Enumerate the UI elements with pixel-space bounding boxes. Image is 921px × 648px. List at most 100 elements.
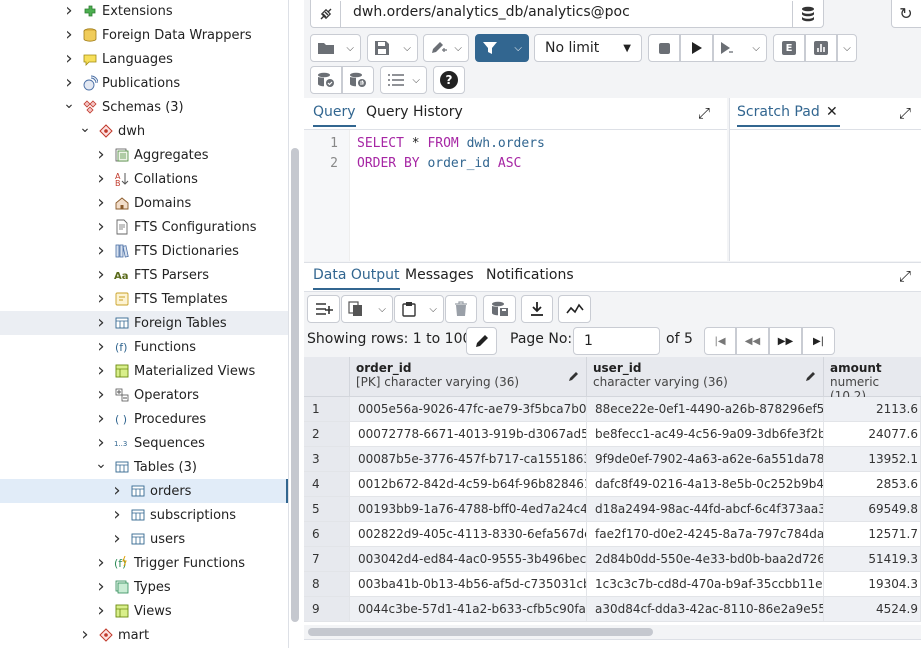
tree-item-procedures[interactable]: ( ) Procedures (0, 407, 288, 431)
help-button[interactable]: ? (433, 66, 465, 94)
first-page-button[interactable]: |◀ (704, 327, 736, 355)
chevron-down-icon[interactable]: ⌵ (843, 43, 851, 54)
chevron-right-icon[interactable] (94, 218, 108, 236)
order-id-cell[interactable]: 003ba41b-0b13-4b56-af5d-c735031cb... (350, 572, 587, 597)
edit-pager-button[interactable] (466, 327, 497, 355)
chevron-down-icon[interactable] (94, 460, 108, 475)
chevron-down-icon[interactable]: ⌵ (346, 43, 354, 54)
chevron-down-icon[interactable]: ⌵ (752, 43, 760, 54)
table-row[interactable]: 6 002822d9-405c-4113-8330-6efa567de... fae… (304, 522, 921, 547)
chevron-right-icon[interactable] (94, 194, 108, 212)
order-id-cell[interactable]: 0044c3be-57d1-41a2-b633-cfb5c90fa... (350, 597, 587, 622)
user-id-cell[interactable]: 2d84b0dd-550e-4e33-bd0b-baa2d726... (587, 547, 824, 572)
horizontal-scrollbar[interactable] (308, 628, 653, 636)
row-limit-select[interactable]: No limit ▼ (534, 34, 642, 62)
tree-item-extensions[interactable]: Extensions (0, 0, 288, 23)
user-id-cell[interactable]: fae2f170-d0e2-4245-8a7a-797c784da... (587, 522, 824, 547)
tab-data-output[interactable]: Data Output (313, 267, 400, 290)
order-id-cell[interactable]: 002822d9-405c-4113-8330-6efa567de... (350, 522, 587, 547)
amount-cell[interactable]: 24077.6 (824, 422, 921, 447)
download-button[interactable] (521, 295, 553, 323)
tree-item-orders[interactable]: orders (0, 479, 288, 503)
chevron-right-icon[interactable] (110, 506, 124, 524)
tree-item-operators[interactable]: Operators (0, 383, 288, 407)
edit-button[interactable]: ⌵ (423, 34, 469, 62)
chevron-right-icon[interactable] (62, 74, 76, 92)
expand-icon[interactable]: ⤢ (899, 267, 911, 285)
table-row[interactable]: 7 003042d4-ed84-4ac0-9555-3b496becf... 2d8… (304, 547, 921, 572)
tree-item-fts-dictionaries[interactable]: FTS Dictionaries (0, 239, 288, 263)
chevron-right-icon[interactable] (94, 242, 108, 260)
tree-item-foreign-tables[interactable]: Foreign Tables (0, 311, 288, 335)
user-id-cell[interactable]: 88ece22e-0ef1-4490-a26b-878296ef5... (587, 397, 824, 422)
tree-item-schemas[interactable]: Schemas (3) (0, 95, 288, 119)
chevron-down-icon[interactable]: ⌵ (378, 304, 386, 315)
chevron-right-icon[interactable] (110, 530, 124, 548)
tree-item-subscriptions[interactable]: subscriptions (0, 503, 288, 527)
tree-item-fts-templates[interactable]: FTS Templates (0, 287, 288, 311)
order-id-cell[interactable]: 003042d4-ed84-4ac0-9555-3b496becf... (350, 547, 587, 572)
chevron-right-icon[interactable] (94, 386, 108, 404)
tree-item-users[interactable]: users (0, 527, 288, 551)
chevron-right-icon[interactable] (94, 170, 108, 188)
graph-visualiser-button[interactable] (558, 295, 591, 323)
tree-scrollbar[interactable] (291, 148, 299, 622)
order-id-cell[interactable]: 0012b672-842d-4c59-b64f-96b828461... (350, 472, 587, 497)
data-grid[interactable]: order_id [PK] character varying (36) use… (304, 357, 921, 625)
table-row[interactable]: 3 00087b5e-3776-457f-b717-ca1551863... 9f9… (304, 447, 921, 472)
last-page-button[interactable]: ▶| (802, 327, 835, 355)
paste-button[interactable]: ⌵ (394, 295, 444, 323)
tree-item-foreign-data-wrappers[interactable]: Foreign Data Wrappers (0, 23, 288, 47)
save-button[interactable]: ⌵ (367, 34, 418, 62)
table-row[interactable]: 8 003ba41b-0b13-4b56-af5d-c735031cb... 1c3… (304, 572, 921, 597)
pencil-icon[interactable] (568, 370, 580, 382)
chevron-down-icon[interactable]: ⌵ (454, 43, 462, 54)
scratch-pad-area[interactable] (729, 130, 921, 261)
execute-options-button[interactable]: ⌵ (713, 34, 767, 62)
expand-icon[interactable]: ⤢ (698, 104, 710, 122)
row-number-cell[interactable]: 8 (304, 572, 350, 597)
chevron-right-icon[interactable] (94, 290, 108, 308)
tree-item-mart[interactable]: mart (0, 623, 288, 647)
delete-button[interactable] (445, 295, 477, 323)
chevron-right-icon[interactable] (110, 482, 124, 500)
chevron-right-icon[interactable] (62, 26, 76, 44)
add-row-button[interactable] (307, 295, 340, 323)
chevron-down-icon[interactable]: ⌵ (514, 43, 522, 54)
table-row[interactable]: 2 00072778-6671-4013-919b-d3067ad5... be8f… (304, 422, 921, 447)
tab-query-history[interactable]: Query History (366, 104, 463, 120)
connection-database-icon[interactable] (792, 1, 823, 27)
amount-cell[interactable]: 69549.8 (824, 497, 921, 522)
tree-item-trigger-functions[interactable]: (f) Trigger Functions (0, 551, 288, 575)
refresh-button[interactable]: ↻ (891, 0, 921, 28)
chevron-down-icon[interactable]: ⌵ (429, 304, 437, 315)
column-header-order-id[interactable]: order_id [PK] character varying (36) (350, 357, 587, 397)
tree-item-views[interactable]: Views (0, 599, 288, 623)
row-number-cell[interactable]: 1 (304, 397, 350, 422)
chevron-right-icon[interactable] (94, 338, 108, 356)
tree-item-dwh[interactable]: dwh (0, 119, 288, 143)
commit-button[interactable] (310, 66, 342, 94)
tree-item-sequences[interactable]: 1..3 Sequences (0, 431, 288, 455)
tab-scratch-pad[interactable]: Scratch Pad ✕ (737, 104, 840, 127)
user-id-cell[interactable]: 9f9de0ef-7902-4a63-a62e-6a551da78... (587, 447, 824, 472)
stop-button[interactable] (648, 34, 680, 62)
tree-item-types[interactable]: Types (0, 575, 288, 599)
explain-analyze-button[interactable] (805, 34, 837, 62)
table-row[interactable]: 4 0012b672-842d-4c59-b64f-96b828461... daf… (304, 472, 921, 497)
chevron-down-icon[interactable]: ⌵ (403, 43, 411, 54)
chevron-right-icon[interactable] (94, 554, 108, 572)
chevron-right-icon[interactable] (94, 362, 108, 380)
tree-item-domains[interactable]: Domains (0, 191, 288, 215)
table-row[interactable]: 5 00193bb9-1a76-4788-bff0-4ed7a24c4... d18… (304, 497, 921, 522)
tab-notifications[interactable]: Notifications (486, 267, 574, 283)
amount-cell[interactable]: 2853.6 (824, 472, 921, 497)
order-id-cell[interactable]: 0005e56a-9026-47fc-ae79-3f5bca7b0... (350, 397, 587, 422)
page-number-input[interactable]: 1 (573, 327, 660, 355)
tree-item-aggregates[interactable]: Aggregates (0, 143, 288, 167)
tree-item-tables[interactable]: Tables (3) (0, 455, 288, 479)
tree-item-languages[interactable]: Languages (0, 47, 288, 71)
table-row[interactable]: 9 0044c3be-57d1-41a2-b633-cfb5c90fa... a30… (304, 597, 921, 622)
copy-button[interactable]: ⌵ (341, 295, 393, 323)
chevron-right-icon[interactable] (94, 266, 108, 284)
